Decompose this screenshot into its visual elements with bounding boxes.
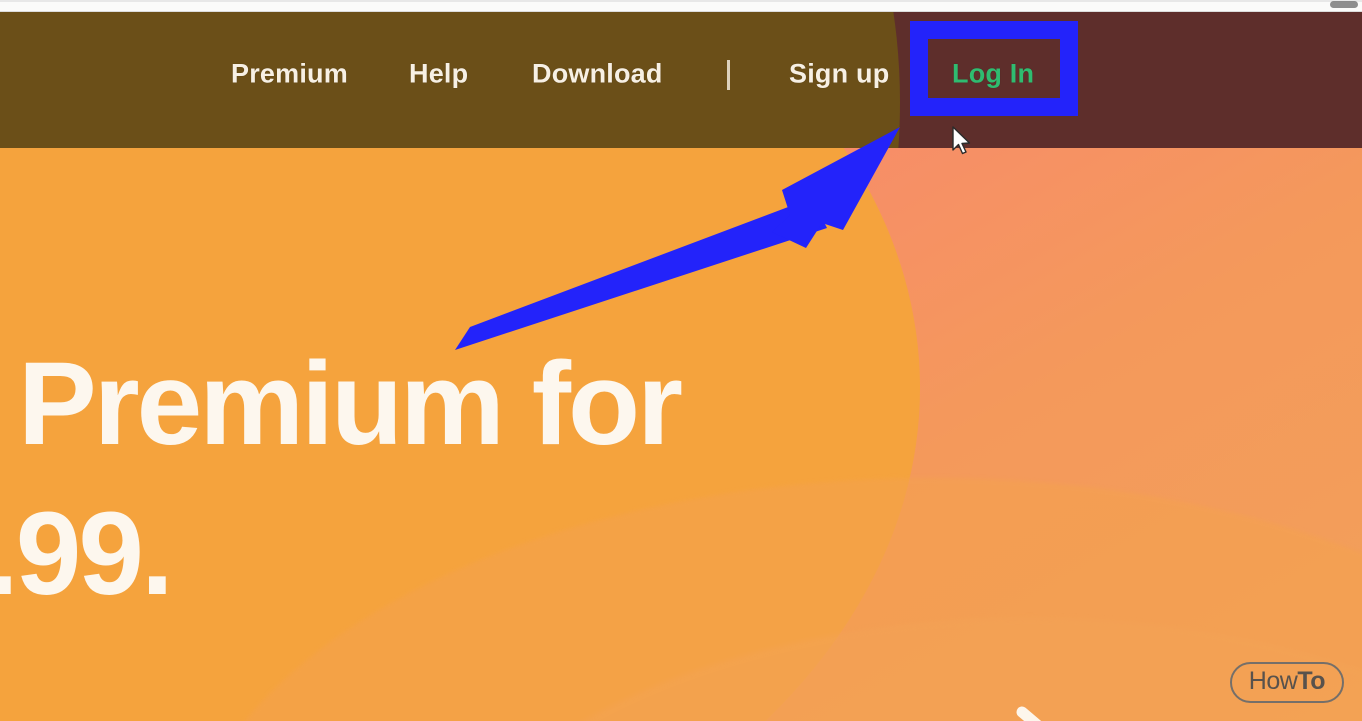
hero-section: Premium for .99. HowTo: [0, 148, 1362, 721]
nav-link-help[interactable]: Help: [409, 59, 468, 90]
main-navigation: Premium Help Download Sign up Log In: [0, 12, 1362, 148]
screenshot-root: Premium for .99. HowTo Premium Help Down…: [0, 0, 1362, 721]
vertical-scrollbar-thumb[interactable]: [1330, 1, 1358, 8]
hero-heading-line-1: Premium for: [18, 338, 683, 470]
nav-link-signup[interactable]: Sign up: [789, 59, 889, 90]
page-viewport: Premium for .99. HowTo Premium Help Down…: [0, 12, 1362, 721]
nav-separator: [727, 60, 730, 90]
browser-chrome-strip: [0, 0, 1362, 12]
hero-heading: Premium for .99.: [0, 338, 900, 621]
howto-watermark: HowTo: [1229, 662, 1344, 703]
nav-link-download[interactable]: Download: [532, 59, 663, 90]
chrome-hairline: [0, 0, 1362, 2]
hero-heading-line-2: .99.: [0, 488, 174, 621]
site-header: Premium Help Download Sign up Log In: [0, 12, 1362, 148]
watermark-how-text: How: [1248, 667, 1298, 695]
watermark-to-text: To: [1297, 667, 1325, 695]
nav-link-login[interactable]: Log In: [952, 59, 1034, 90]
nav-link-premium[interactable]: Premium: [231, 59, 348, 90]
chevron-right-icon[interactable]: [1000, 696, 1072, 721]
